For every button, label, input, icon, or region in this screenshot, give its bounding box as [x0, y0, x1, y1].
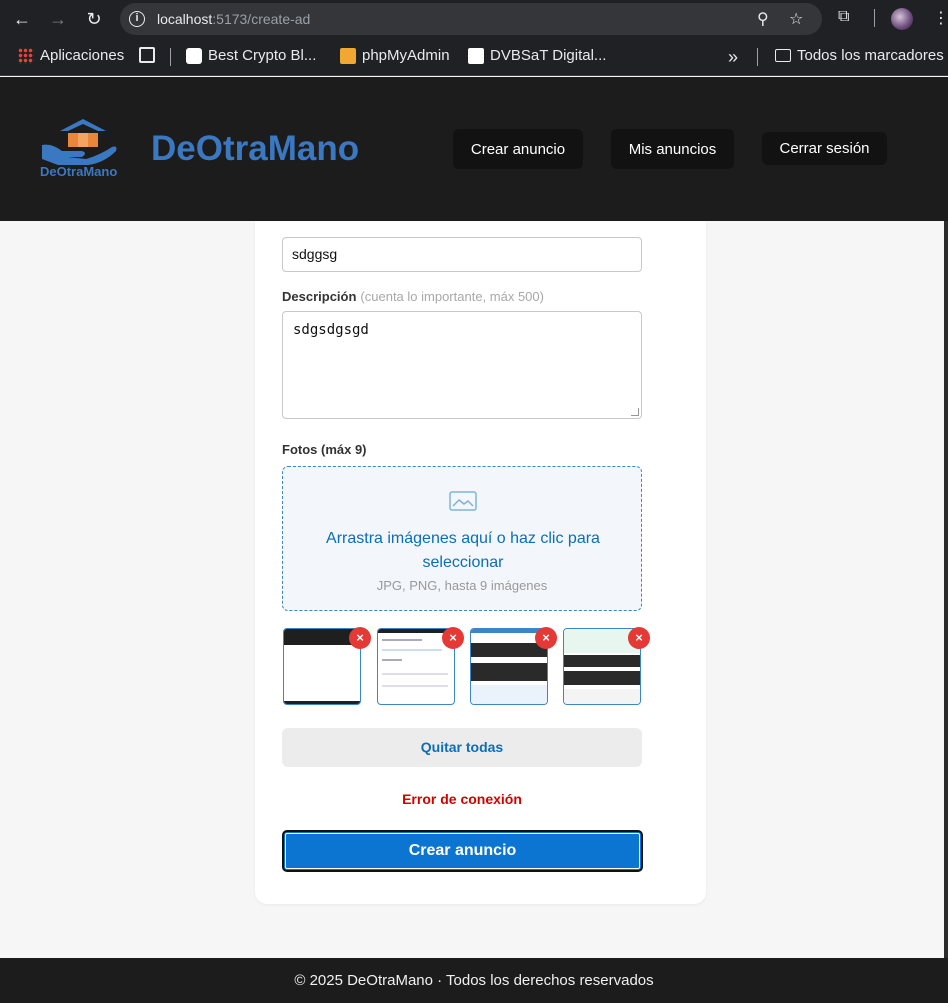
remove-photo-button[interactable]: ×: [535, 627, 557, 649]
remove-photo-button[interactable]: ×: [628, 627, 650, 649]
description-label: Descripción (cuenta lo importante, máx 50…: [282, 289, 544, 304]
url-text: localhost:5173/create-ad: [157, 11, 311, 27]
rocket-icon: [186, 47, 202, 64]
site-info-icon[interactable]: i: [129, 11, 145, 27]
scrollbar[interactable]: [944, 221, 948, 958]
phpmyadmin-icon: [340, 47, 356, 64]
bookmark-star-icon[interactable]: ☆: [789, 9, 803, 29]
profile-avatar[interactable]: [891, 8, 913, 30]
bookmark-crypto[interactable]: Best Crypto Bl...: [186, 47, 316, 64]
site-footer: © 2025 DeOtraMano · Todos los derechos r…: [0, 958, 948, 1003]
menu-icon[interactable]: ⋮: [933, 8, 948, 28]
description-textarea[interactable]: sdgsdgsgd: [282, 311, 642, 419]
bookmarks-bar: Aplicaciones Best Crypto Bl... phpMyAdmi…: [0, 38, 948, 76]
apps-grid-icon: [18, 47, 34, 64]
resize-handle[interactable]: [631, 408, 639, 416]
toolbar-divider: [874, 9, 875, 27]
bookmark-apps[interactable]: Aplicaciones: [18, 47, 124, 64]
screenshot-icon[interactable]: ⧉: [838, 8, 849, 26]
photo-dropzone[interactable]: Arrastra imágenes aquí o haz clic para s…: [282, 466, 642, 611]
dropzone-subtext: JPG, PNG, hasta 9 imágenes: [376, 578, 548, 593]
create-ad-submit-button[interactable]: Crear anuncio: [282, 830, 643, 872]
remove-photo-button[interactable]: ×: [349, 627, 371, 649]
bookmark-all[interactable]: Todos los marcadores: [775, 47, 944, 64]
description-hint: (cuenta lo importante, máx 500): [360, 289, 544, 304]
tab-groups-icon[interactable]: [139, 47, 155, 63]
bookmark-phpmyadmin[interactable]: phpMyAdmin: [340, 47, 450, 64]
remove-photo-button[interactable]: ×: [442, 627, 464, 649]
description-value: sdgsdgsgd: [293, 322, 369, 338]
grid-icon: [139, 47, 155, 63]
logo-text: DeOtraMano: [40, 164, 118, 179]
zoom-icon[interactable]: ⚲: [757, 9, 769, 29]
clear-all-button[interactable]: Quitar todas: [282, 728, 642, 767]
reload-icon[interactable]: ↻: [83, 8, 105, 30]
folder-icon: [775, 49, 791, 62]
brand-title[interactable]: DeOtraMano: [151, 129, 359, 169]
photos-label: Fotos (máx 9): [282, 442, 367, 457]
title-input[interactable]: sdggsg: [282, 237, 642, 272]
image-icon: [449, 491, 477, 511]
dropzone-text: Arrastra imágenes aquí o haz clic para s…: [326, 530, 600, 571]
browser-toolbar: ← → ↻ i localhost:5173/create-ad ⚲ ☆ ⧉ ⋮: [0, 0, 948, 38]
nav-logout[interactable]: Cerrar sesión: [762, 132, 887, 165]
site-header: DeOtraMano DeOtraMano Crear anuncio Mis …: [0, 77, 948, 221]
nav-create-ad[interactable]: Crear anuncio: [453, 129, 583, 169]
dvb-icon: [468, 47, 484, 64]
bookmark-divider: [757, 48, 758, 66]
forward-icon[interactable]: →: [47, 8, 69, 30]
address-bar[interactable]: i localhost:5173/create-ad ⚲ ☆: [120, 3, 822, 35]
nav-my-ads[interactable]: Mis anuncios: [611, 129, 734, 169]
back-icon[interactable]: ←: [11, 8, 33, 30]
bookmark-divider: [170, 48, 171, 66]
more-bookmarks-icon[interactable]: »: [728, 47, 738, 68]
bookmark-dvbsat[interactable]: DVBSaT Digital...: [468, 47, 606, 64]
error-message: Error de conexión: [402, 791, 522, 807]
